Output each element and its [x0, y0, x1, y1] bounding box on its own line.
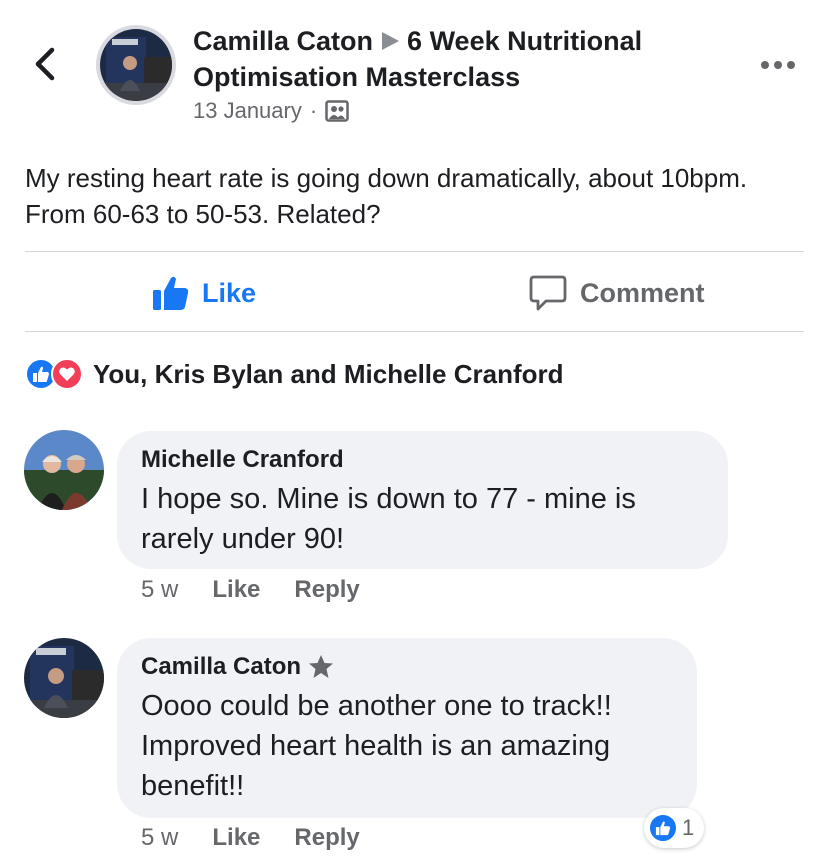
back-button[interactable]	[32, 46, 60, 82]
like-button[interactable]: Like	[152, 270, 256, 316]
author-avatar[interactable]	[96, 25, 176, 105]
post-meta: 13 January ·	[193, 98, 733, 124]
group-audience-icon	[325, 100, 349, 122]
comment-bubble[interactable]: Michelle Cranford I hope so. Mine is dow…	[117, 431, 728, 569]
commenter-name-row: Camilla Caton	[141, 652, 673, 682]
comment-time: 5 w	[141, 576, 179, 603]
post-date[interactable]: 13 January	[193, 98, 302, 124]
reaction-icons	[25, 358, 83, 390]
triangle-right-icon	[379, 26, 401, 60]
comment-like-button[interactable]: Like	[212, 824, 260, 852]
thumbs-up-icon	[153, 276, 189, 310]
comment-text: Oooo could be another one to track!! Imp…	[141, 690, 612, 802]
comment-button-label: Comment	[580, 277, 705, 308]
comment-reply-button[interactable]: Reply	[294, 824, 359, 852]
reaction-names: You, Kris Bylan and Michelle Cranford	[93, 358, 564, 389]
like-button-label: Like	[202, 277, 257, 308]
comment-reply-button[interactable]: Reply	[294, 576, 359, 604]
reaction-count-number: 1	[682, 815, 695, 840]
comment-bubble[interactable]: Camilla Caton Oooo could be another one …	[117, 638, 697, 818]
divider-bottom	[25, 331, 804, 332]
comment-bubble-icon	[529, 275, 567, 311]
post-header: Camilla Caton 6 Week Nutritional Optimisa…	[193, 24, 733, 124]
avatar-photo	[100, 29, 172, 101]
chevron-left-icon	[35, 47, 55, 81]
author-line: Camilla Caton 6 Week Nutritional Optimisa…	[193, 24, 733, 94]
love-reaction-icon	[51, 358, 83, 390]
commenter-name[interactable]: Camilla Caton	[141, 652, 301, 682]
reactions-summary[interactable]: You, Kris Bylan and Michelle Cranford	[25, 355, 564, 393]
commenter-avatar[interactable]	[24, 430, 104, 510]
author-name[interactable]: Camilla Caton	[193, 26, 373, 56]
divider-top	[25, 251, 804, 252]
post-text: My resting heart rate is going down dram…	[25, 163, 748, 229]
avatar-photo	[24, 638, 104, 718]
like-reaction-icon	[648, 813, 678, 843]
comment-actions: 5 w Like Reply	[141, 576, 360, 604]
comment-actions: 5 w Like Reply	[141, 824, 360, 852]
meta-separator: ·	[309, 98, 318, 123]
more-options-button[interactable]	[760, 58, 796, 70]
avatar-photo	[24, 430, 104, 510]
post-detail-screen: Camilla Caton 6 Week Nutritional Optimisa…	[0, 0, 828, 856]
comment-reaction-count[interactable]: 1	[644, 808, 705, 848]
more-dots-icon	[761, 61, 795, 69]
comment-time: 5 w	[141, 824, 179, 851]
comment-button[interactable]: Comment	[528, 270, 705, 316]
comment-text: I hope so. Mine is down to 77 - mine is …	[141, 483, 636, 555]
commenter-avatar[interactable]	[24, 638, 104, 718]
commenter-name[interactable]: Michelle Cranford	[141, 445, 704, 475]
comment-like-button[interactable]: Like	[212, 576, 260, 604]
top-fan-star-icon	[309, 655, 334, 678]
